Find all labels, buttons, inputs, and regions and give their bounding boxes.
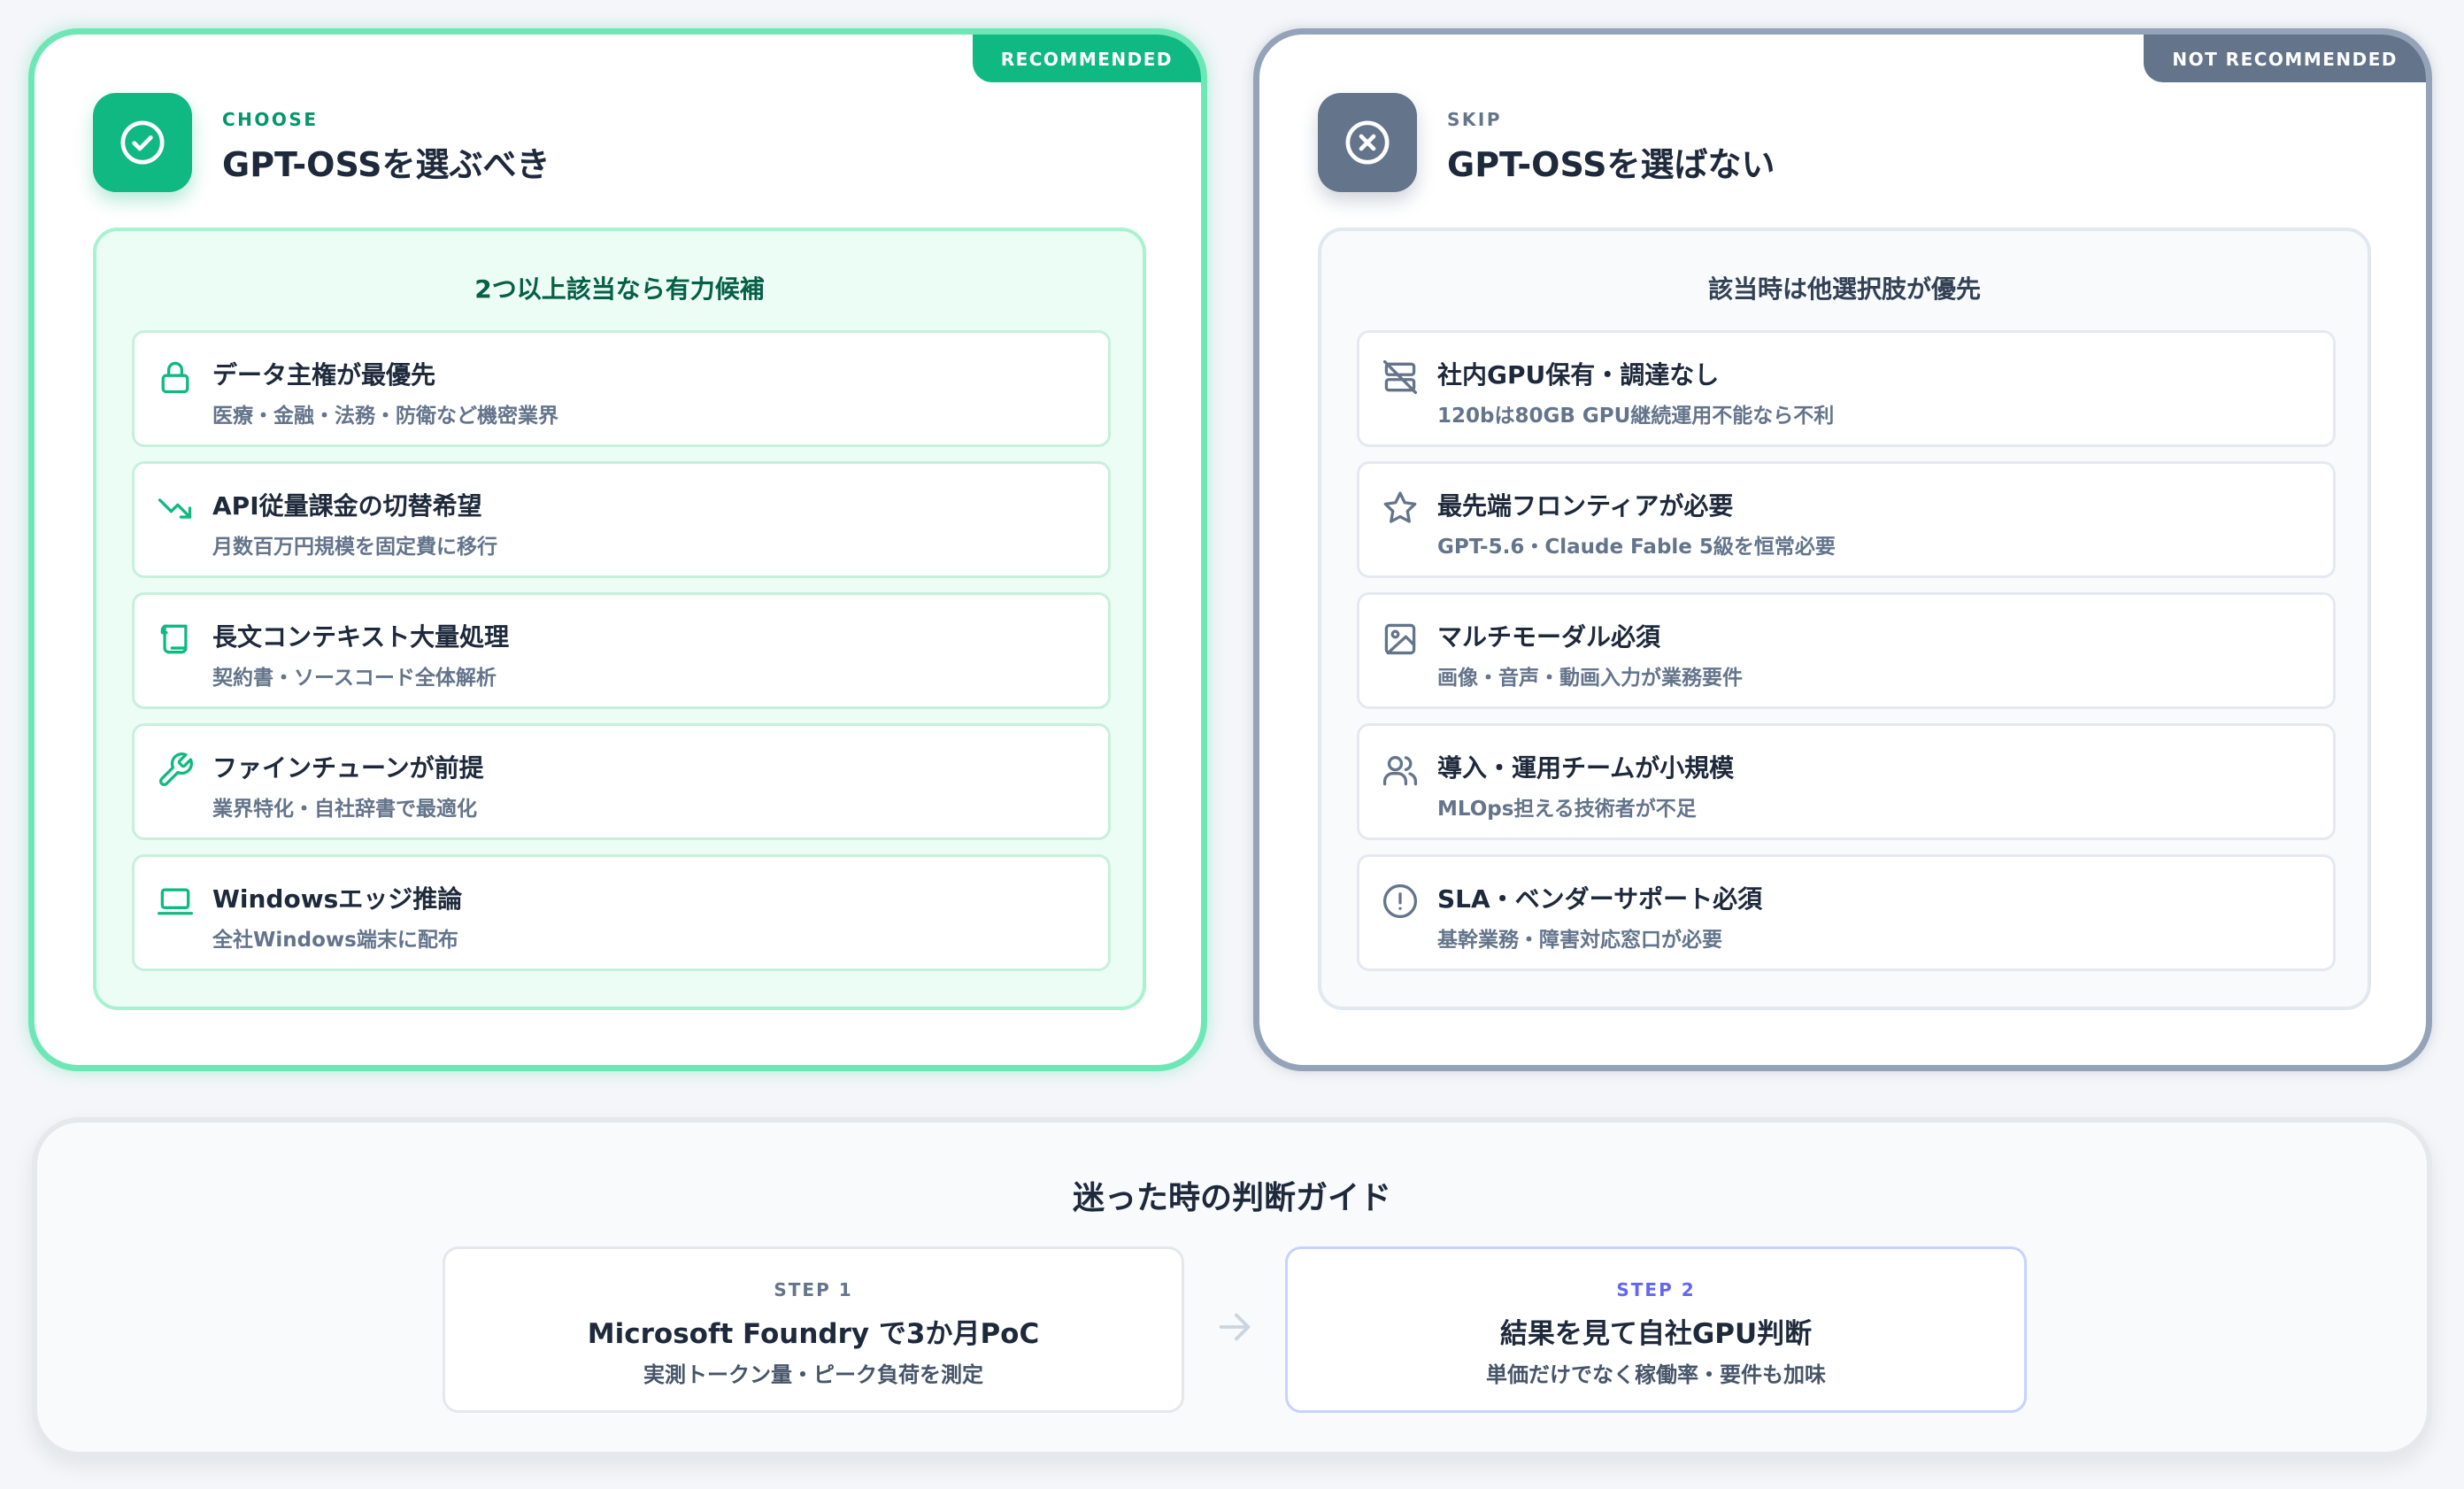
- step-label: STEP 1: [774, 1279, 853, 1300]
- item-title: 導入・運用チームが小規模: [1437, 753, 1735, 783]
- guide-title: 迷った時の判断ガイド: [1072, 1180, 1391, 1216]
- step-title: 結果を見て自社GPU判断: [1499, 1318, 1813, 1350]
- item-subtitle: 月数百万円規模を固定費に移行: [212, 536, 497, 559]
- choose-title: GPT-OSSを選ぶべき: [222, 145, 551, 184]
- laptop-icon: [158, 888, 193, 915]
- skip-card: NOT RECOMMENDED SKIP GPT-OSSを選ばない 該当時は他選…: [1253, 28, 2432, 1071]
- item-title: データ主権が最優先: [212, 360, 436, 390]
- list-item: 長文コンテキスト大量処理 契約書・ソースコード全体解析: [132, 592, 1111, 709]
- item-subtitle: 基幹業務・障害対応窓口が必要: [1437, 929, 1722, 952]
- users-icon: [1382, 756, 1418, 786]
- alert-circle-icon: [1382, 883, 1418, 919]
- item-title: SLA・ベンダーサポート必須: [1437, 884, 1763, 914]
- list-item: Windowsエッジ推論 全社Windows端末に配布: [132, 854, 1111, 971]
- list-item: 導入・運用チームが小規模 MLOps担える技術者が不足: [1357, 723, 2336, 840]
- step-1-card: STEP 1 Microsoft Foundry で3か月PoC 実測トークン量…: [443, 1246, 1184, 1413]
- step-label: STEP 2: [1616, 1279, 1696, 1300]
- trending-down-icon: [158, 498, 192, 519]
- list-item: 社内GPU保有・調達なし 120bは80GB GPU継続運用不能なら不利: [1357, 330, 2336, 447]
- skip-criteria-panel: 該当時は他選択肢が優先 社内GPU保有・調達なし 120bは80GB GPU継続…: [1318, 228, 2371, 1010]
- step-subtitle: 単価だけでなく稼働率・要件も加味: [1486, 1362, 1826, 1387]
- recommended-ribbon: RECOMMENDED: [972, 35, 1201, 82]
- choose-criteria-panel: 2つ以上該当なら有力候補 データ主権が最優先 医療・金融・法務・防衛など機密業界…: [93, 228, 1146, 1010]
- item-subtitle: 全社Windows端末に配布: [212, 929, 458, 952]
- server-off-icon: [1382, 359, 1418, 395]
- item-title: Windowsエッジ推論: [212, 884, 463, 914]
- item-title: マルチモーダル必須: [1437, 622, 1661, 652]
- image-icon: [1384, 623, 1416, 655]
- check-circle-icon: [93, 93, 192, 192]
- skip-panel-heading: 該当時は他選択肢が優先: [1707, 274, 1981, 304]
- step-title: Microsoft Foundry で3か月PoC: [587, 1318, 1040, 1350]
- item-subtitle: 画像・音声・動画入力が業務要件: [1437, 667, 1743, 690]
- list-item: API従量課金の切替希望 月数百万円規模を固定費に移行: [132, 461, 1111, 578]
- not-recommended-ribbon: NOT RECOMMENDED: [2144, 35, 2426, 82]
- wrench-icon: [159, 752, 193, 786]
- item-subtitle: GPT-5.6・Claude Fable 5級を恒常必要: [1437, 536, 1836, 559]
- list-item: SLA・ベンダーサポート必須 基幹業務・障害対応窓口が必要: [1357, 854, 2336, 971]
- item-subtitle: 業界特化・自社辞書で最適化: [212, 798, 477, 821]
- star-icon: [1383, 491, 1417, 523]
- scroll-icon: [160, 624, 188, 654]
- choose-eyebrow: CHOOSE: [222, 109, 319, 130]
- item-subtitle: 契約書・ソースコード全体解析: [212, 667, 497, 690]
- item-title: API従量課金の切替希望: [212, 491, 482, 521]
- step-2-card: STEP 2 結果を見て自社GPU判断 単価だけでなく稼働率・要件も加味: [1285, 1246, 2027, 1413]
- item-title: 社内GPU保有・調達なし: [1437, 360, 1720, 390]
- lock-icon: [161, 361, 189, 394]
- x-circle-icon: [1318, 93, 1417, 192]
- list-item: 最先端フロンティアが必要 GPT-5.6・Claude Fable 5級を恒常必…: [1357, 461, 2336, 578]
- step-subtitle: 実測トークン量・ピーク負荷を測定: [643, 1362, 983, 1387]
- list-item: ファインチューンが前提 業界特化・自社辞書で最適化: [132, 723, 1111, 840]
- item-subtitle: 120bは80GB GPU継続運用不能なら不利: [1437, 405, 1835, 428]
- item-title: ファインチューンが前提: [212, 753, 484, 783]
- skip-eyebrow: SKIP: [1447, 109, 1503, 130]
- arrow-right-icon: [1219, 1313, 1251, 1341]
- item-title: 長文コンテキスト大量処理: [212, 622, 510, 652]
- item-title: 最先端フロンティアが必要: [1437, 491, 1734, 521]
- list-item: データ主権が最優先 医療・金融・法務・防衛など機密業界: [132, 330, 1111, 447]
- choose-card: RECOMMENDED CHOOSE GPT-OSSを選ぶべき 2つ以上該当なら…: [28, 28, 1207, 1071]
- skip-title: GPT-OSSを選ばない: [1447, 145, 1775, 184]
- decision-guide: 迷った時の判断ガイド STEP 1 Microsoft Foundry で3か月…: [32, 1117, 2432, 1457]
- item-subtitle: 医療・金融・法務・防衛など機密業界: [212, 405, 558, 428]
- item-subtitle: MLOps担える技術者が不足: [1437, 798, 1697, 821]
- choose-panel-heading: 2つ以上該当なら有力候補: [474, 274, 765, 304]
- list-item: マルチモーダル必須 画像・音声・動画入力が業務要件: [1357, 592, 2336, 709]
